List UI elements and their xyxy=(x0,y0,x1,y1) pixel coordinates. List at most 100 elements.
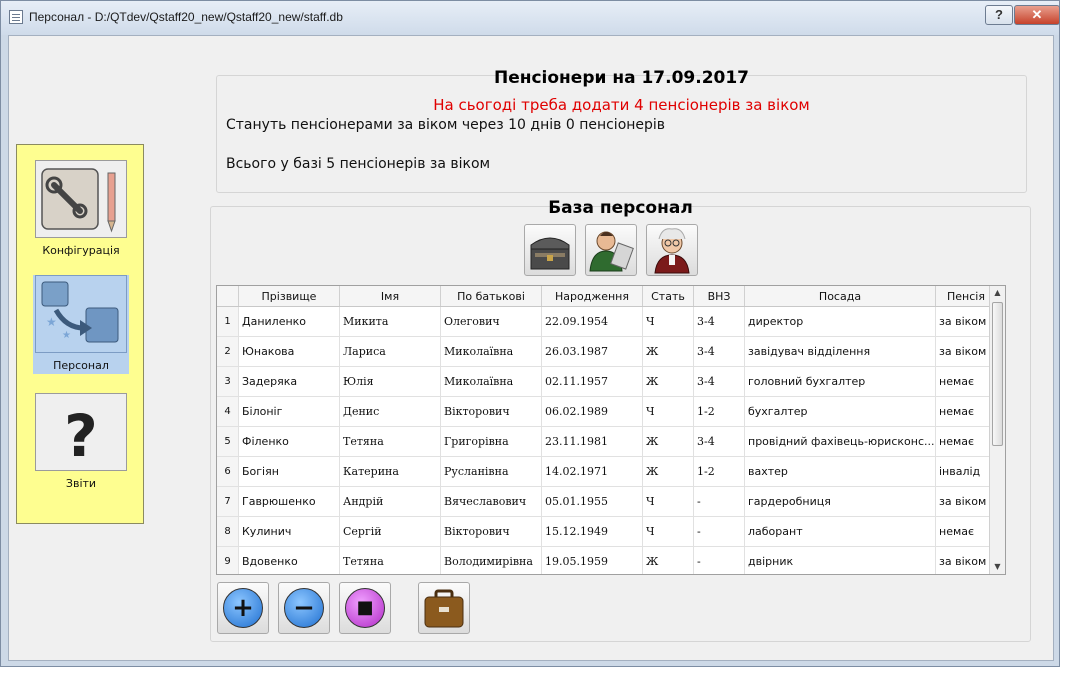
cell-surname[interactable]: Задеряка xyxy=(238,366,340,397)
remove-record-button[interactable]: − xyxy=(278,582,330,634)
scroll-thumb[interactable] xyxy=(992,302,1003,446)
column-header-sex[interactable]: Стать xyxy=(642,286,694,307)
cell-name[interactable]: Катерина xyxy=(339,456,441,487)
cell-patronymic[interactable]: Миколаївна xyxy=(440,336,542,367)
stop-button[interactable]: ■ xyxy=(339,582,391,634)
cell-name[interactable]: Тетяна xyxy=(339,546,441,574)
cell-vnz[interactable]: 3-4 xyxy=(693,336,745,367)
cell-name[interactable]: Микита xyxy=(339,306,441,337)
cell-pension[interactable]: за віком xyxy=(935,336,997,367)
column-header-position[interactable]: Посада xyxy=(744,286,936,307)
cell-patronymic[interactable]: Вікторович xyxy=(440,516,542,547)
personnel-table[interactable]: Прізвище Імя По батькові Народження Стат… xyxy=(216,285,1006,575)
table-row[interactable]: 4 Білоніг Денис Вікторович 06.02.1989 Ч 1-2 бух… xyxy=(217,396,997,427)
cell-birth[interactable]: 14.02.1971 xyxy=(541,456,643,487)
cell-patronymic[interactable]: Миколаївна xyxy=(440,366,542,397)
sidebar-item-reports[interactable]: ? Звіти xyxy=(33,393,129,490)
cell-vnz[interactable]: - xyxy=(693,516,745,547)
reports-button[interactable]: ? xyxy=(35,393,127,471)
column-header-vnz[interactable]: ВНЗ xyxy=(693,286,745,307)
cell-birth[interactable]: 15.12.1949 xyxy=(541,516,643,547)
cell-vnz[interactable]: 3-4 xyxy=(693,306,745,337)
sidebar-item-personnel[interactable]: ★ ★ Персонал xyxy=(33,275,129,374)
cell-patronymic[interactable]: Володимирівна xyxy=(440,546,542,574)
cell-sex[interactable]: Ж xyxy=(642,426,694,457)
cell-position[interactable]: вахтер xyxy=(744,456,936,487)
pensioner-button[interactable] xyxy=(646,224,698,276)
table-row[interactable]: 2 Юнакова Лариса Миколаївна 26.03.1987 Ж 3-4 за… xyxy=(217,336,997,367)
cell-pension[interactable]: немає xyxy=(935,366,997,397)
cell-surname[interactable]: Кулинич xyxy=(238,516,340,547)
cell-vnz[interactable]: 1-2 xyxy=(693,456,745,487)
table-row[interactable]: 9 Вдовенко Тетяна Володимирівна 19.05.1959 Ж -… xyxy=(217,546,997,574)
cell-pension[interactable]: інвалід xyxy=(935,456,997,487)
table-row[interactable]: 3 Задеряка Юлія Миколаївна 02.11.1957 Ж 3-4 гол… xyxy=(217,366,997,397)
employees-button[interactable] xyxy=(585,224,637,276)
column-header-birth[interactable]: Народження xyxy=(541,286,643,307)
table-scrollbar[interactable]: ▲ ▼ xyxy=(989,286,1005,574)
cell-vnz[interactable]: 3-4 xyxy=(693,366,745,397)
cell-surname[interactable]: Богіян xyxy=(238,456,340,487)
cell-vnz[interactable]: - xyxy=(693,546,745,574)
cell-position[interactable]: гардеробниця xyxy=(744,486,936,517)
table-row[interactable]: 8 Кулинич Сергій Вікторович 15.12.1949 Ч - лабо… xyxy=(217,516,997,547)
cell-surname[interactable]: Вдовенко xyxy=(238,546,340,574)
cell-surname[interactable]: Білоніг xyxy=(238,396,340,427)
cell-surname[interactable]: Гаврюшенко xyxy=(238,486,340,517)
cell-name[interactable]: Тетяна xyxy=(339,426,441,457)
table-row[interactable]: 7 Гаврюшенко Андрій Вячеславович 05.01.1955 Ч… xyxy=(217,486,997,517)
cell-name[interactable]: Андрій xyxy=(339,486,441,517)
cell-birth[interactable]: 19.05.1959 xyxy=(541,546,643,574)
cell-vnz[interactable]: 1-2 xyxy=(693,396,745,427)
cell-surname[interactable]: Філенко xyxy=(238,426,340,457)
personnel-button[interactable]: ★ ★ xyxy=(35,275,127,353)
column-header-name[interactable]: Імя xyxy=(339,286,441,307)
cell-surname[interactable]: Юнакова xyxy=(238,336,340,367)
cell-pension[interactable]: за віком xyxy=(935,486,997,517)
cell-birth[interactable]: 22.09.1954 xyxy=(541,306,643,337)
column-header-patronymic[interactable]: По батькові xyxy=(440,286,542,307)
cell-birth[interactable]: 26.03.1987 xyxy=(541,336,643,367)
cell-birth[interactable]: 06.02.1989 xyxy=(541,396,643,427)
cell-name[interactable]: Денис xyxy=(339,396,441,427)
cell-position[interactable]: директор xyxy=(744,306,936,337)
cell-sex[interactable]: Ч xyxy=(642,306,694,337)
cell-surname[interactable]: Даниленко xyxy=(238,306,340,337)
cell-sex[interactable]: Ч xyxy=(642,516,694,547)
cell-name[interactable]: Юлія xyxy=(339,366,441,397)
cell-vnz[interactable]: 3-4 xyxy=(693,426,745,457)
briefcase-button[interactable] xyxy=(418,582,470,634)
cell-sex[interactable]: Ж xyxy=(642,546,694,574)
column-header-surname[interactable]: Прізвище xyxy=(238,286,340,307)
scroll-up-arrow-icon[interactable]: ▲ xyxy=(990,286,1005,300)
sidebar-item-config[interactable]: Конфігурація xyxy=(33,160,129,257)
table-row[interactable]: 5 Філенко Тетяна Григорівна 23.11.1981 Ж 3-4 пр… xyxy=(217,426,997,457)
cell-birth[interactable]: 05.01.1955 xyxy=(541,486,643,517)
table-row[interactable]: 1 Даниленко Микита Олегович 22.09.1954 Ч 3-4 ди… xyxy=(217,306,997,337)
column-header-pension[interactable]: Пенсія xyxy=(935,286,997,307)
cell-vnz[interactable]: - xyxy=(693,486,745,517)
cell-sex[interactable]: Ч xyxy=(642,396,694,427)
cell-pension[interactable]: за віком xyxy=(935,306,997,337)
scroll-down-arrow-icon[interactable]: ▼ xyxy=(990,560,1005,574)
cell-sex[interactable]: Ж xyxy=(642,366,694,397)
cell-sex[interactable]: Ж xyxy=(642,336,694,367)
help-button[interactable]: ? xyxy=(985,5,1013,25)
close-button[interactable]: ✕ xyxy=(1014,5,1060,25)
cell-position[interactable]: бухгалтер xyxy=(744,396,936,427)
cell-pension[interactable]: немає xyxy=(935,396,997,427)
cell-patronymic[interactable]: Вячеславович xyxy=(440,486,542,517)
table-row[interactable]: 6 Богіян Катерина Русланівна 14.02.1971 Ж 1-2 в… xyxy=(217,456,997,487)
cell-position[interactable]: лаборант xyxy=(744,516,936,547)
cell-birth[interactable]: 02.11.1957 xyxy=(541,366,643,397)
cell-position[interactable]: головний бухгалтер xyxy=(744,366,936,397)
cell-position[interactable]: завідувач відділення xyxy=(744,336,936,367)
cell-name[interactable]: Сергій xyxy=(339,516,441,547)
cell-patronymic[interactable]: Вікторович xyxy=(440,396,542,427)
cell-pension[interactable]: за віком xyxy=(935,546,997,574)
cell-sex[interactable]: Ч xyxy=(642,486,694,517)
cell-patronymic[interactable]: Олегович xyxy=(440,306,542,337)
cell-position[interactable]: провідний фахівець-юрисконс... xyxy=(744,426,936,457)
cell-position[interactable]: двірник xyxy=(744,546,936,574)
cell-pension[interactable]: немає xyxy=(935,426,997,457)
